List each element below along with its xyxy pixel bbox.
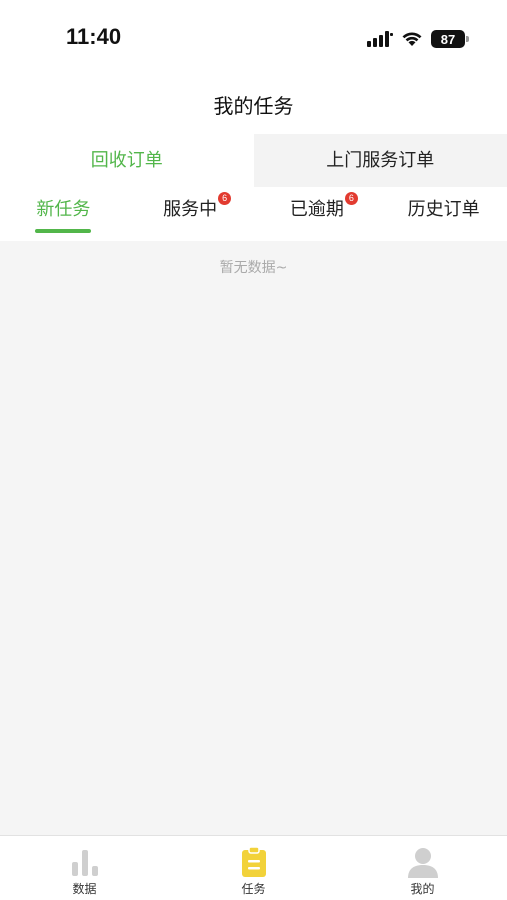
tab-history-orders[interactable]: 历史订单	[380, 187, 507, 241]
tabbar-label-mine: 我的	[410, 882, 435, 896]
tab-new-tasks-label: 新任务	[36, 199, 91, 220]
overdue-count-badge: 6	[344, 192, 358, 205]
tab-in-service[interactable]: 服务中 6	[127, 187, 254, 241]
status-tabs: 新任务 服务中 6 已逾期 6 历史订单	[0, 187, 507, 241]
tabbar-item-data[interactable]: 数据	[0, 836, 169, 900]
tab-in-service-label: 服务中 6	[163, 187, 232, 233]
order-type-tabs: 回收订单 上门服务订单	[0, 134, 507, 187]
tabbar-item-tasks[interactable]: 任务	[169, 836, 338, 900]
tab-in-service-text: 服务中	[163, 199, 218, 220]
empty-state-text: 暂无数据~	[219, 260, 288, 276]
bar-chart-icon	[71, 850, 98, 876]
task-list-area[interactable]: 暂无数据~	[0, 241, 507, 835]
wifi-icon	[402, 32, 422, 46]
tab-overdue-text: 已逾期	[289, 199, 344, 220]
status-icons: 87	[367, 28, 469, 50]
in-service-count-badge: 6	[218, 192, 232, 205]
tab-history-orders-label: 历史订单	[407, 199, 480, 220]
bottom-tab-bar: 数据 任务 我的	[0, 835, 507, 900]
tabbar-item-mine[interactable]: 我的	[338, 836, 507, 900]
tab-recycle-orders[interactable]: 回收订单	[0, 134, 254, 187]
cellular-signal-icon	[367, 31, 393, 47]
status-bar: 11:40 87	[0, 0, 507, 76]
battery-icon: 87	[431, 30, 469, 48]
tab-onsite-service-orders[interactable]: 上门服务订单	[253, 134, 507, 187]
tab-overdue-label: 已逾期 6	[289, 187, 358, 233]
person-icon	[407, 848, 438, 878]
active-tab-indicator	[35, 229, 92, 233]
tab-overdue[interactable]: 已逾期 6	[254, 187, 381, 241]
tabbar-label-data: 数据	[72, 882, 97, 896]
page-title: 我的任务	[213, 94, 294, 118]
tab-new-tasks[interactable]: 新任务	[0, 187, 127, 241]
clipboard-icon	[241, 846, 266, 877]
status-time: 11:40	[66, 24, 122, 49]
tabbar-label-tasks: 任务	[241, 882, 266, 896]
